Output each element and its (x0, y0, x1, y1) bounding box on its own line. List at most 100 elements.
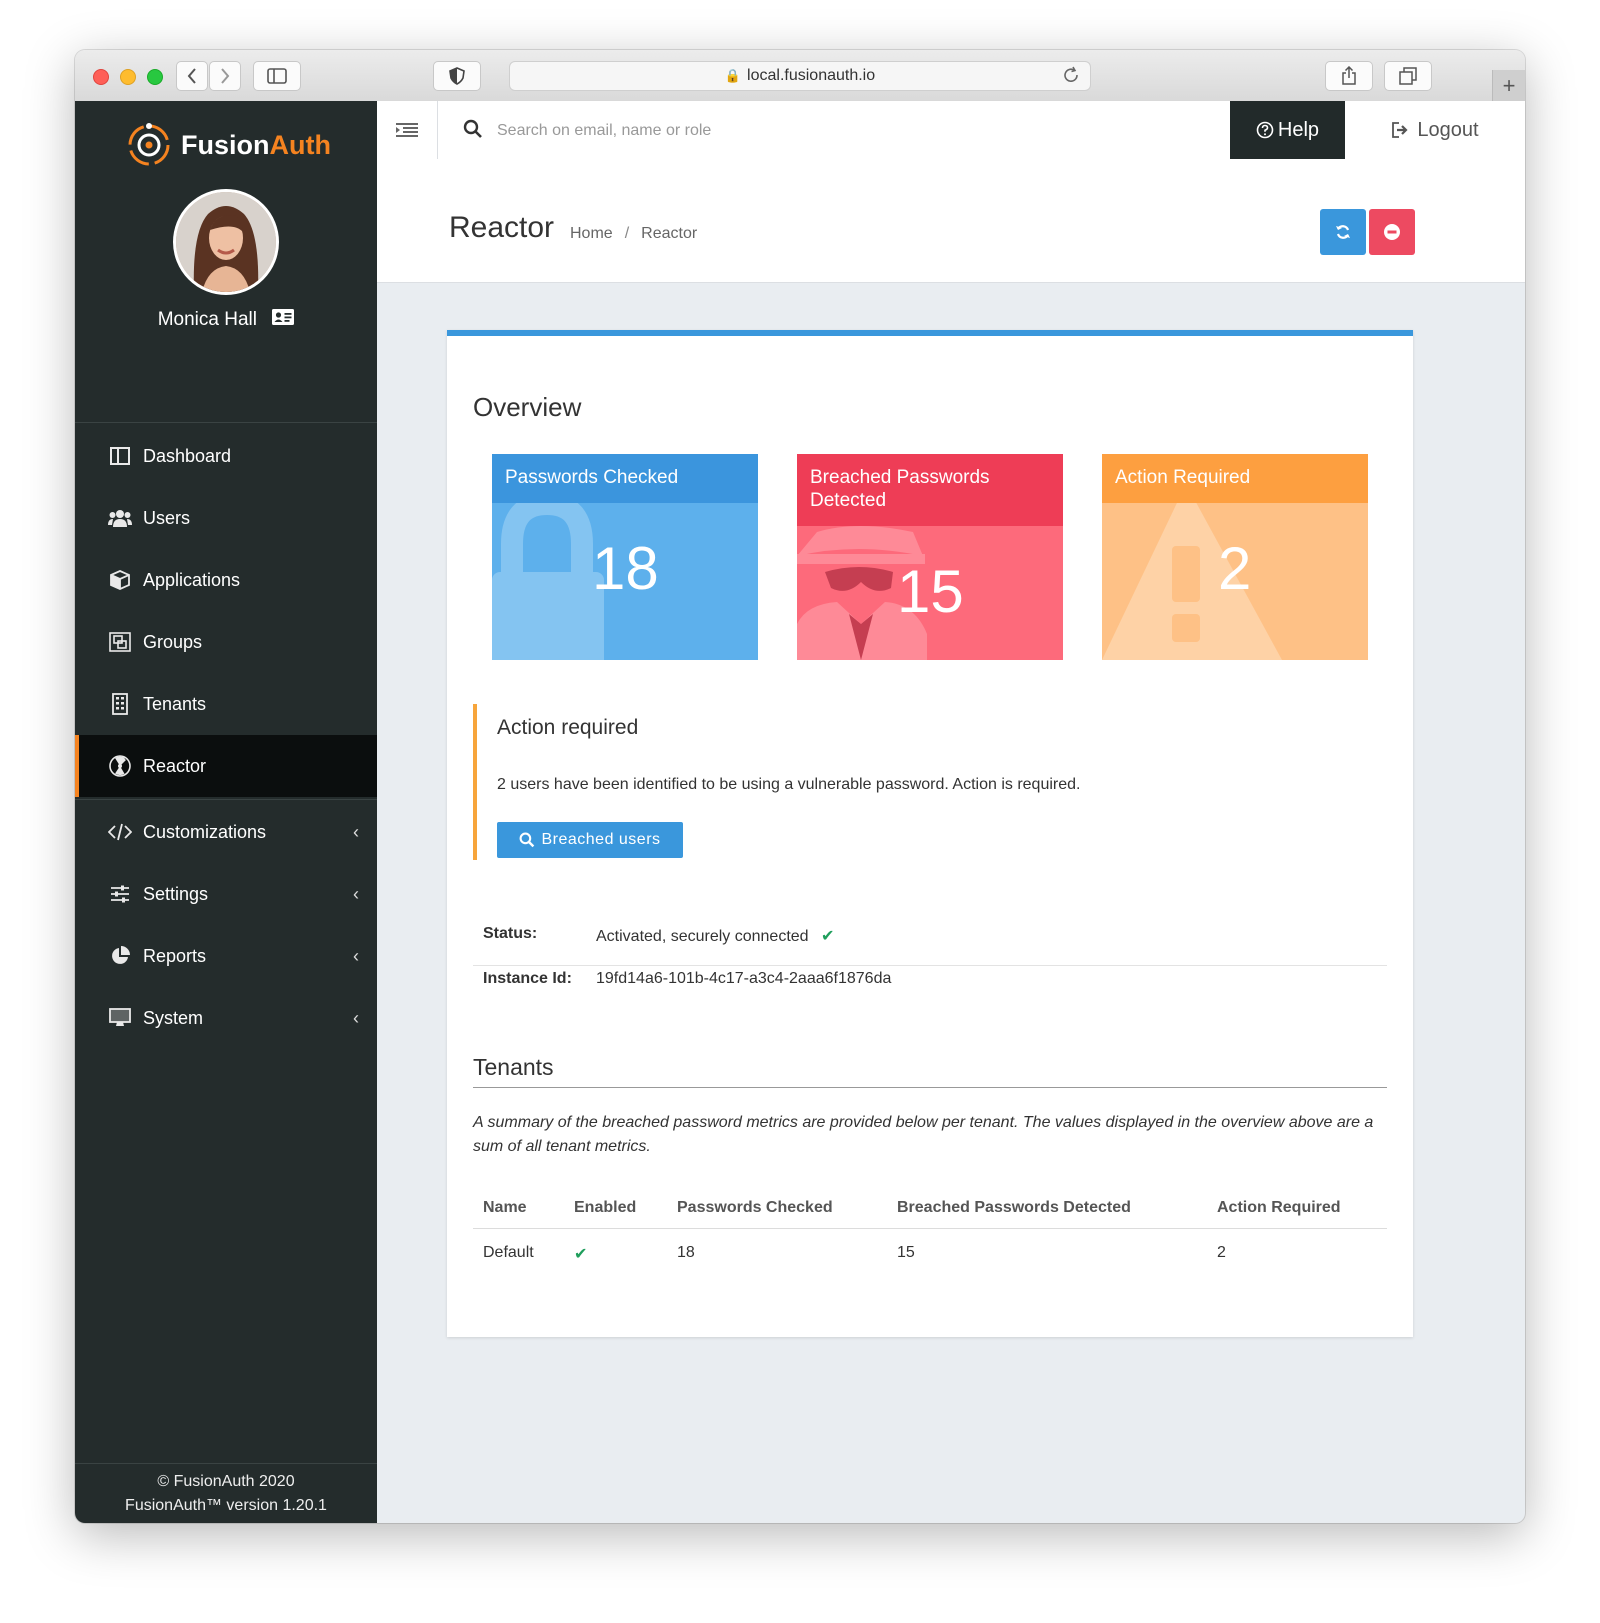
new-tab-button[interactable]: + (1492, 70, 1525, 101)
status-text: Activated, securely connected (596, 928, 809, 945)
card-label: Action Required (1102, 454, 1368, 503)
action-required-heading: Action required (497, 716, 639, 739)
sidebar-item-dashboard[interactable]: Dashboard (75, 425, 377, 487)
radiation-icon (107, 755, 133, 777)
sidebar-item-applications[interactable]: Applications (75, 549, 377, 611)
sidebar-item-label: Tenants (143, 693, 207, 714)
groups-icon (107, 631, 133, 653)
card-label: Breached Passwords Detected (797, 454, 1063, 526)
sidebar-item-label: Settings (143, 883, 209, 904)
lock-icon: 🔒 (724, 68, 742, 83)
sidebar-item-system[interactable]: System ‹ (75, 987, 377, 1049)
sidebar-divider (75, 422, 377, 423)
sidebar: Fusion Auth Monica Hall Dashboard Users … (75, 101, 377, 1523)
reactor-panel: Overview Passwords Checked 18 Breached P… (447, 330, 1413, 1337)
user-photo (176, 192, 276, 292)
page-title: Reactor (449, 211, 555, 244)
action-required-callout: Action required 2 users have been identi… (473, 704, 1407, 860)
tabs-icon (1399, 67, 1417, 85)
search-input[interactable] (495, 115, 1199, 147)
table-row[interactable]: Default ✔ 18 15 2 (473, 1229, 1387, 1275)
sliders-icon (107, 883, 133, 905)
sidebar-item-users[interactable]: Users (75, 487, 377, 549)
disable-reactor-button[interactable] (1369, 209, 1415, 255)
sidebar-item-label: Groups (143, 631, 203, 652)
card-label: Passwords Checked (492, 454, 758, 503)
collapse-menu-icon (396, 123, 418, 137)
breadcrumb-current: Reactor (641, 225, 698, 242)
column-header-enabled: Enabled (574, 1199, 637, 1216)
logout-button[interactable]: Logout (1345, 101, 1525, 159)
pie-chart-icon (107, 945, 133, 967)
sign-out-icon (1392, 122, 1408, 138)
logo-text-fusion: Fusion (181, 129, 270, 160)
sidebar-item-label: Customizations (143, 821, 267, 842)
avatar[interactable] (173, 189, 279, 295)
code-icon (107, 821, 133, 843)
share-button[interactable] (1325, 61, 1373, 91)
minus-circle-icon (1384, 224, 1400, 240)
sidebar-icon (267, 68, 287, 84)
sidebar-item-tenants[interactable]: Tenants (75, 673, 377, 735)
tenants-table: Name Enabled Passwords Checked Breached … (473, 1188, 1387, 1275)
card-value: 2 (1218, 535, 1252, 602)
sidebar-item-settings[interactable]: Settings ‹ (75, 863, 377, 925)
close-window-button[interactable] (93, 69, 109, 85)
breached-users-label: Breached users (541, 831, 661, 848)
breadcrumb-home[interactable]: Home (570, 225, 613, 242)
tenants-heading: Tenants (473, 1054, 1387, 1088)
help-label: Help (1277, 118, 1320, 141)
breadcrumb: Home / Reactor (570, 225, 697, 243)
menu-toggle-button[interactable] (377, 101, 438, 159)
user-name[interactable]: Monica Hall (158, 309, 257, 330)
browser-titlebar: 🔒 local.fusionauth.io + (75, 50, 1525, 102)
sidebar-item-customizations[interactable]: Customizations ‹ (75, 801, 377, 863)
reload-icon[interactable] (1062, 66, 1080, 84)
tenant-name[interactable]: Default (483, 1244, 534, 1262)
card-value: 18 (592, 535, 659, 602)
logo-text-auth: Auth (269, 129, 331, 160)
sidebar-item-groups[interactable]: Groups (75, 611, 377, 673)
sidebar-item-label: Users (143, 507, 191, 528)
id-card-icon[interactable] (272, 309, 295, 330)
sidebar-item-label: Reports (143, 945, 207, 966)
question-circle-icon (1256, 121, 1274, 139)
tenant-passwords-checked: 18 (677, 1244, 695, 1261)
tenant-action-required: 2 (1217, 1244, 1226, 1261)
sidebar-toggle-button[interactable] (253, 61, 301, 91)
instance-id-row: Instance Id: 19fd14a6-101b-4c17-a3c4-2aa… (473, 966, 1387, 1010)
sidebar-item-label: Dashboard (143, 445, 232, 466)
breadcrumb-separator: / (624, 225, 630, 242)
sidebar-item-label: System (143, 1007, 204, 1028)
back-button[interactable] (176, 61, 208, 91)
overview-heading: Overview (473, 392, 582, 422)
browser-window: 🔒 local.fusionauth.io + Fusion Auth Moni… (75, 50, 1525, 1523)
sidebar-divider (75, 799, 377, 800)
sidebar-item-reactor[interactable]: Reactor (75, 735, 377, 797)
fusionauth-logo-icon (128, 123, 170, 166)
help-button[interactable]: Help (1230, 101, 1345, 159)
zoom-window-button[interactable] (147, 69, 163, 85)
privacy-shield-button[interactable] (433, 61, 481, 91)
refresh-button[interactable] (1320, 209, 1366, 255)
sidebar-item-reports[interactable]: Reports ‹ (75, 925, 377, 987)
tabs-overview-button[interactable] (1384, 61, 1432, 91)
check-icon: ✔ (574, 1246, 588, 1263)
tenant-breached: 15 (897, 1244, 915, 1261)
instance-id-label: Instance Id: (483, 970, 572, 987)
fusionauth-logo[interactable]: Fusion Auth (125, 121, 331, 169)
cube-icon (107, 569, 133, 591)
url-bar[interactable]: 🔒 local.fusionauth.io (509, 61, 1091, 91)
check-icon: ✔ (821, 928, 835, 945)
breached-users-button[interactable]: Breached users (497, 822, 683, 858)
forward-button[interactable] (209, 61, 241, 91)
building-icon (107, 693, 133, 715)
copyright-text: © FusionAuth 2020 (157, 1473, 295, 1490)
chevron-left-icon: ‹ (353, 821, 359, 842)
search-icon (520, 832, 535, 848)
sidebar-footer: © FusionAuth 2020 FusionAuth™ version 1.… (75, 1463, 377, 1523)
tenants-description: A summary of the breached password metri… (473, 1114, 1374, 1155)
minimize-window-button[interactable] (120, 69, 136, 85)
shield-icon (449, 67, 465, 85)
column-header-name: Name (483, 1199, 527, 1216)
